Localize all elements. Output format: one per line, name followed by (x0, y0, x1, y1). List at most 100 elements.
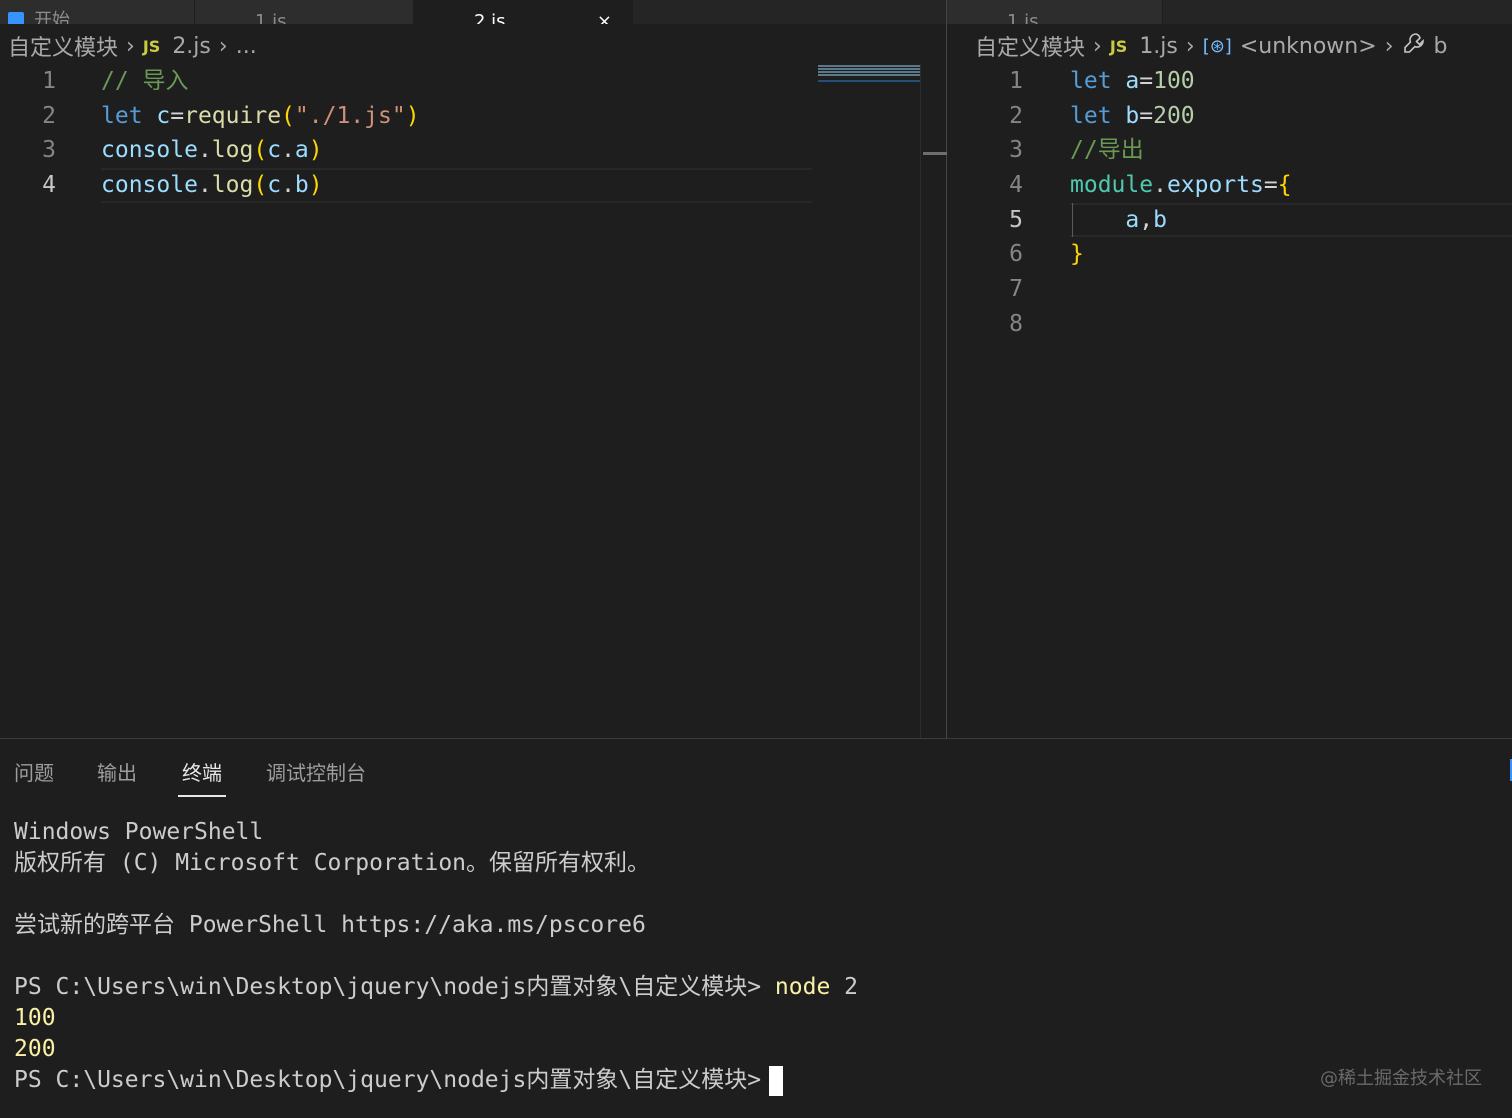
line-number: 5 (1009, 206, 1023, 233)
terminal-prompt-line[interactable]: PS C:\Users\win\Desktop\jquery\nodejs内置对… (14, 1065, 858, 1096)
code-token: . (281, 172, 295, 199)
tab-1js[interactable]: 1.js (195, 0, 414, 24)
code-line[interactable]: 4 console.log(c.b) (0, 168, 946, 203)
code-token: . (197, 137, 212, 164)
code-area[interactable]: 1 let a=100 2 let b=200 3//导出 4 module.exports… (947, 64, 1512, 342)
tab-problems[interactable]: 问题 (14, 757, 54, 786)
line-number: 8 (1009, 310, 1023, 337)
line-number: 3 (1009, 137, 1023, 164)
code-token: c (267, 172, 282, 199)
code-line[interactable]: 2 let c=require("./1.js") (0, 99, 946, 134)
code-text: module.exports={ (1070, 168, 1292, 203)
line-number: 2 (42, 102, 56, 129)
terminal-cursor (769, 1065, 784, 1096)
code-token: exports (1166, 172, 1264, 199)
breadcrumb-more[interactable]: ... (236, 34, 257, 59)
code-text: console.log(c.b) (101, 168, 323, 203)
code-token: } (1070, 241, 1084, 268)
code-token: ( (253, 137, 268, 164)
code-token: // 导入 (101, 68, 189, 94)
vertical-scrollbar[interactable] (920, 64, 947, 738)
code-line[interactable]: 3 //导出 (947, 133, 1512, 168)
tab-label: 1.js (1007, 11, 1039, 24)
breadcrumb: 自定义模块 › JS 1.js › [⊛] <unknown> › b (975, 30, 1447, 62)
code-line[interactable]: 1 // 导入 (0, 64, 946, 99)
code-text: } (1070, 237, 1084, 272)
code-text: console.log(c.a) (101, 133, 323, 168)
line-number: 7 (1009, 276, 1023, 303)
tab-label: 2.js (474, 11, 506, 24)
tab-output[interactable]: 输出 (97, 757, 137, 786)
chevron-right-icon: › (1384, 33, 1394, 59)
code-token: , (1139, 206, 1154, 233)
right-editor[interactable]: 自定义模块 › JS 1.js › [⊛] <unknown> › b 1 let… (947, 24, 1512, 738)
tab-label: 开始 (34, 10, 70, 24)
breadcrumb-file[interactable]: 2.js (172, 34, 211, 59)
code-token: . (197, 172, 212, 199)
code-token: = (170, 102, 185, 129)
terminal[interactable]: Windows PowerShell 版权所有 (C) Microsoft Co… (14, 817, 858, 1096)
watermark: @稀土掘金技术社区 (1320, 1068, 1482, 1089)
breadcrumb-file[interactable]: 1.js (1139, 34, 1178, 59)
code-token: console (101, 172, 198, 199)
code-line[interactable]: 8 (947, 307, 1512, 342)
line-number: 1 (42, 68, 56, 94)
tab-debug-console[interactable]: 调试控制台 (266, 757, 366, 786)
terminal-prompt: PS C:\Users\win\Desktop\jquery\nodejs内置对… (14, 1067, 762, 1093)
terminal-output: 100 (14, 1005, 56, 1031)
code-line[interactable]: 6} (947, 237, 1512, 272)
code-token: c (267, 137, 282, 164)
code-token: ) (308, 172, 323, 199)
minimap[interactable] (818, 64, 920, 82)
code-token: //导出 (1070, 137, 1144, 164)
tab-2js[interactable]: 2.js × (414, 0, 633, 24)
code-token: ) (405, 102, 420, 129)
wrench-icon (1402, 31, 1426, 61)
code-token: a (294, 137, 309, 164)
code-token: a (1111, 68, 1140, 94)
tab-start[interactable]: 开始 (0, 0, 195, 24)
breadcrumb-property[interactable]: b (1434, 34, 1448, 59)
code-line[interactable]: 4 module.exports={ (947, 168, 1512, 203)
code-token: ( (281, 102, 295, 129)
code-line[interactable]: 1 let a=100 (947, 64, 1512, 99)
code-token: module (1070, 172, 1154, 199)
bottom-panel: 问题 输出 终端 调试控制台 Windows PowerShell 版权所有 (… (0, 738, 1512, 1118)
code-token: require (184, 102, 282, 129)
code-line[interactable]: 3 console.log(c.a) (0, 133, 946, 168)
code-line[interactable]: 2 let b=200 (947, 99, 1512, 134)
code-token: b (294, 172, 309, 199)
breadcrumb-folder[interactable]: 自定义模块 (8, 30, 118, 62)
terminal-command-arg: 2 (844, 974, 859, 1000)
js-file-icon: JS (142, 36, 161, 56)
code-line[interactable]: 5 a,b (947, 202, 1512, 238)
chevron-right-icon: › (126, 33, 135, 59)
terminal-line: Windows PowerShell (14, 819, 264, 845)
code-area[interactable]: 1 // 导入 2 let c=require("./1.js") 3 console.l… (0, 64, 946, 203)
line-number: 4 (1009, 172, 1023, 199)
vscode-icon (8, 12, 24, 24)
breadcrumb-folder[interactable]: 自定义模块 (975, 30, 1085, 62)
code-text: //导出 (1070, 133, 1144, 168)
code-line[interactable]: 7 (947, 272, 1512, 307)
line-number: 3 (42, 137, 56, 164)
code-token: ) (308, 137, 323, 164)
close-icon[interactable]: × (597, 11, 612, 24)
code-token: . (1153, 172, 1167, 199)
code-token: { (1277, 172, 1292, 199)
tab-right-1js[interactable]: 1.js (947, 0, 1163, 24)
tab-terminal[interactable]: 终端 (178, 757, 226, 797)
code-text: let c=require("./1.js") (101, 99, 420, 134)
code-text: // 导入 (101, 64, 189, 99)
left-editor[interactable]: 自定义模块 › JS 2.js › ... 1// 导入 2 let c=requi… (0, 24, 947, 738)
code-token: b (1111, 102, 1140, 129)
code-token: 200 (1153, 102, 1195, 129)
terminal-line: 版权所有 (C) Microsoft Corporation。保留所有权利。 (14, 850, 651, 876)
code-text: let a=100 (1070, 64, 1195, 99)
chevron-right-icon: › (1093, 33, 1102, 59)
code-token: 100 (1153, 68, 1195, 94)
code-token: console (101, 137, 198, 164)
breadcrumb-symbol[interactable]: <unknown> (1240, 34, 1377, 59)
line-number: 2 (1009, 102, 1023, 129)
code-token: let (1070, 102, 1112, 129)
